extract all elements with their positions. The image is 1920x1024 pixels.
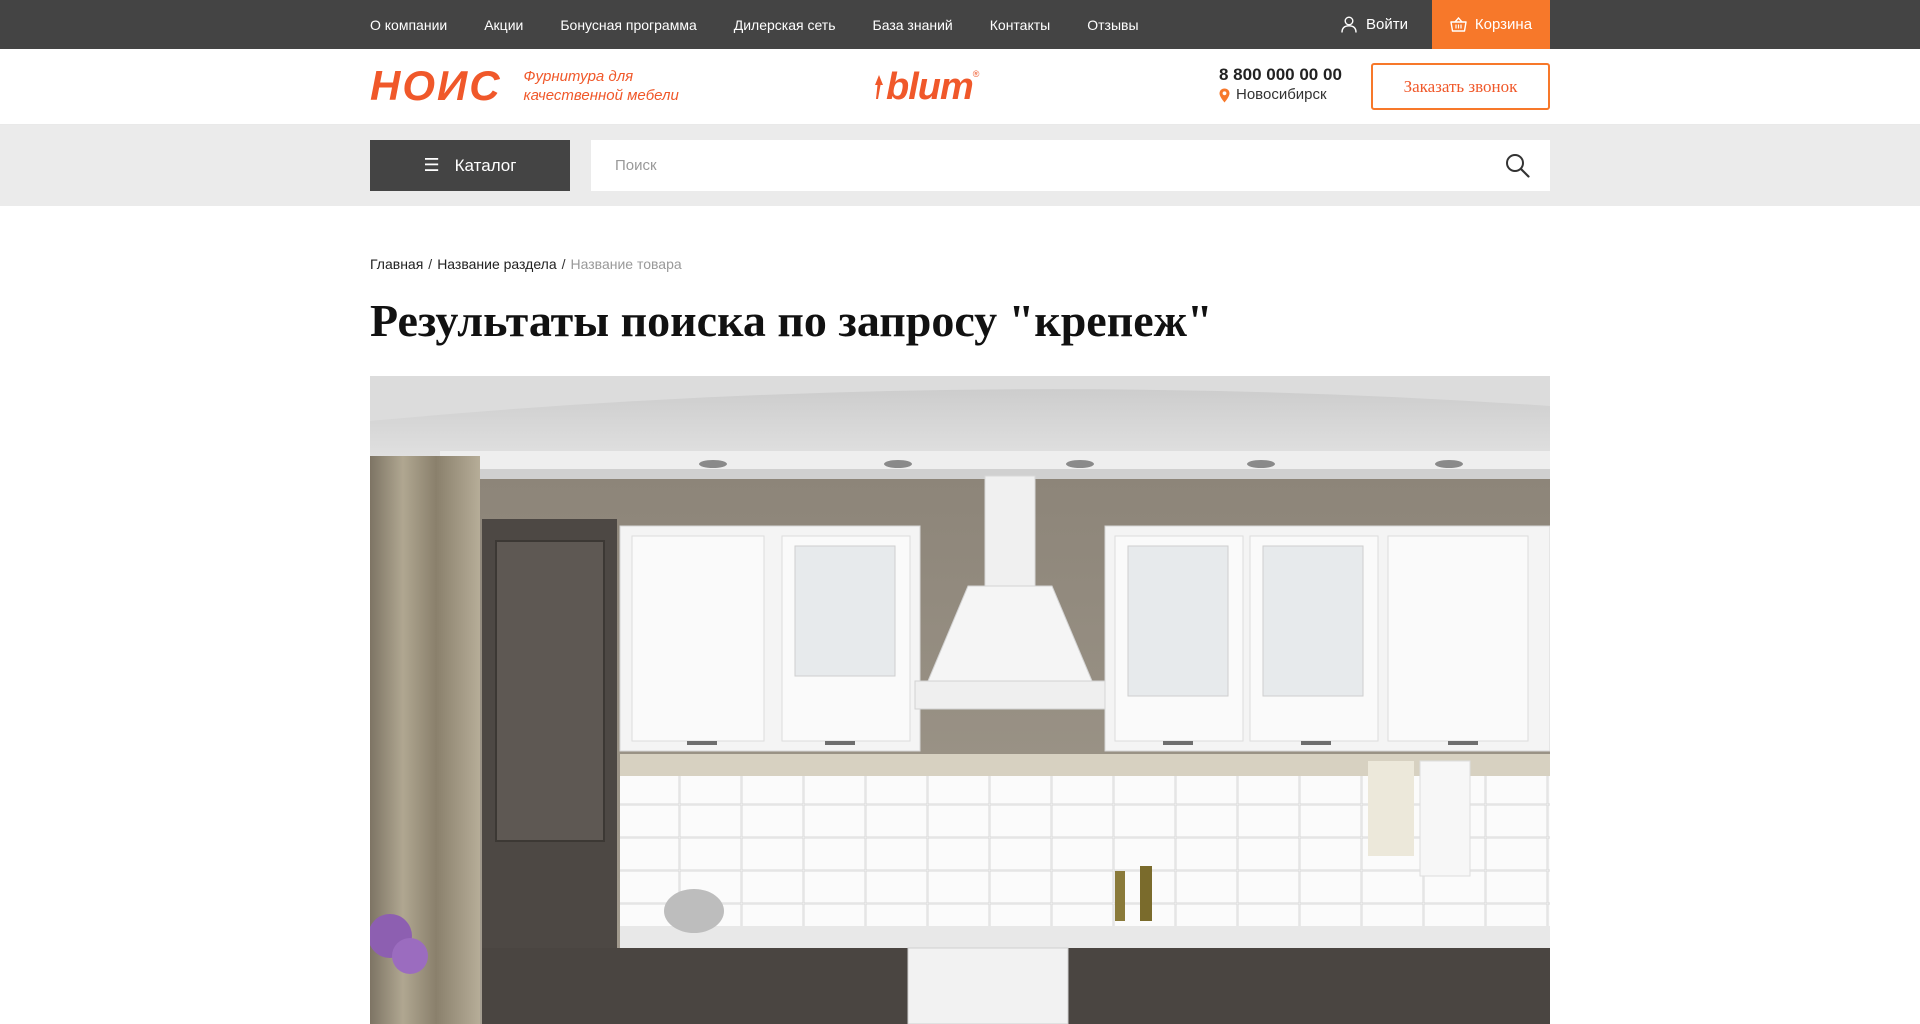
- basket-icon: [1450, 17, 1467, 32]
- cart-label: Корзина: [1474, 16, 1533, 33]
- breadcrumb: Главная / Название раздела / Название товара: [370, 255, 1550, 273]
- login-link[interactable]: Войти: [1341, 0, 1408, 49]
- logo-tagline: Фурнитура для качественной мебели: [523, 68, 679, 104]
- brand-arrow-icon: [875, 75, 883, 99]
- catalog-label: Каталог: [454, 155, 517, 175]
- cart-button[interactable]: Корзина: [1432, 0, 1550, 49]
- main-content: Главная / Название раздела / Название товара…: [370, 255, 1550, 348]
- brand-logo: blum ®: [874, 67, 979, 107]
- nav-item-promotions[interactable]: Акции: [484, 17, 523, 33]
- search-icon[interactable]: [1505, 153, 1530, 178]
- phone-number[interactable]: 8 800 000 00 00: [1219, 65, 1342, 85]
- logo-text: НОИС: [370, 62, 502, 109]
- breadcrumb-separator: /: [428, 256, 433, 272]
- menu-icon: ☰: [423, 155, 440, 175]
- city-selector[interactable]: Новосибирск: [1219, 86, 1342, 104]
- top-bar: О компании Акции Бонусная программа Диле…: [0, 0, 1920, 49]
- login-label: Войти: [1366, 16, 1408, 33]
- site-header: НОИС Фурнитура для качественной мебели b…: [0, 49, 1920, 125]
- nav-item-bonus-program[interactable]: Бонусная программа: [560, 17, 696, 33]
- breadcrumb-separator: /: [561, 256, 566, 272]
- search-band: ☰ Каталог: [0, 125, 1920, 206]
- nav-item-dealer-network[interactable]: Дилерская сеть: [734, 17, 836, 33]
- nav-item-reviews[interactable]: Отзывы: [1087, 17, 1138, 33]
- kitchen-illustration: [370, 376, 1550, 1024]
- brand-registered-mark: ®: [972, 69, 980, 79]
- contacts-block: 8 800 000 00 00 Новосибирск: [1219, 65, 1342, 104]
- breadcrumb-home[interactable]: Главная: [370, 256, 423, 272]
- site-logo[interactable]: НОИС Фурнитура для качественной мебели: [370, 62, 694, 109]
- nav-item-about[interactable]: О компании: [370, 17, 447, 33]
- nav-item-knowledge-base[interactable]: База знаний: [873, 17, 953, 33]
- top-nav: О компании Акции Бонусная программа Диле…: [370, 0, 1176, 49]
- callback-button[interactable]: Заказать звонок: [1371, 63, 1550, 110]
- map-pin-icon: [1219, 88, 1230, 102]
- user-icon: [1341, 16, 1357, 33]
- nav-item-contacts[interactable]: Контакты: [990, 17, 1050, 33]
- breadcrumb-current: Название товара: [570, 256, 682, 272]
- search-input[interactable]: [591, 140, 1550, 191]
- search-box: [591, 140, 1550, 191]
- catalog-button[interactable]: ☰ Каталог: [370, 140, 570, 191]
- hero-image: [370, 376, 1550, 1024]
- page-title: Результаты поиска по запросу "крепеж": [370, 295, 1213, 346]
- breadcrumb-section[interactable]: Название раздела: [437, 256, 556, 272]
- city-label: Новосибирск: [1236, 86, 1327, 103]
- brand-text: blum: [886, 66, 974, 108]
